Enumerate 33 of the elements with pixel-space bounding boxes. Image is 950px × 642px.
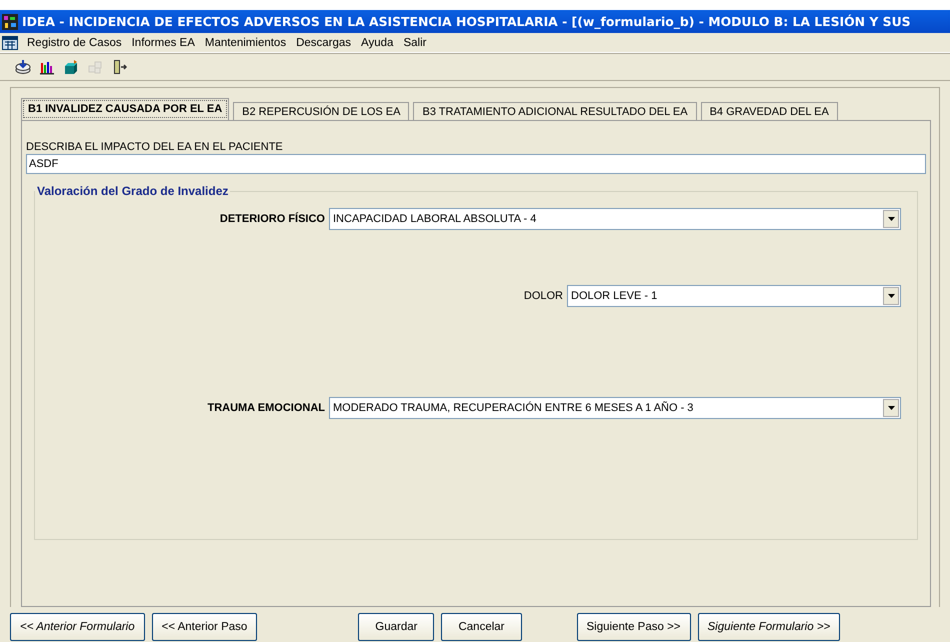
tab[interactable]: B2 REPERCUSIÓN DE LOS EA	[233, 102, 410, 120]
caret-icon	[888, 294, 894, 298]
menu-item[interactable]: Descargas	[295, 36, 352, 48]
box-icon[interactable]	[62, 58, 80, 76]
window-title: IDEA - INCIDENCIA DE EFECTOS ADVERSOS EN LA ASISTENCIA HOSPITALARIA - [(w_formulario_b) - MODULO B: LA LESIÓN Y SUS	[22, 14, 911, 29]
dropdown[interactable]: MODERADO TRAUMA, RECUPERACIÓN ENTRE 6 MESES A 1 AÑO - 3	[329, 397, 901, 419]
menu-item[interactable]: Informes EA	[130, 36, 196, 48]
field-label: DESCRIBA EL IMPACTO DEL EA EN EL PACIENTE	[26, 141, 284, 153]
menu-item[interactable]: Salir	[402, 36, 428, 48]
dropdown[interactable]: DOLOR LEVE - 1	[567, 285, 901, 307]
nav-button[interactable]: << Anterior Paso	[152, 613, 258, 641]
download-icon[interactable]	[14, 58, 32, 76]
field-label: TRAUMA EMOCIONAL	[206, 402, 325, 414]
dropdown[interactable]: INCAPACIDAD LABORAL ABSOLUTA - 4	[329, 208, 901, 230]
window-menu-icon[interactable]	[2, 36, 18, 50]
caret-icon	[888, 217, 894, 221]
tab[interactable]: B4 GRAVEDAD DEL EA	[700, 102, 838, 120]
nav-button[interactable]: Siguiente Paso >>	[576, 613, 691, 641]
nav-button[interactable]: Guardar	[358, 613, 434, 641]
field-label: DETERIORO FÍSICO	[218, 213, 325, 225]
tab[interactable]: B3 TRATAMIENTO ADICIONAL RESULTADO DEL EA	[413, 102, 697, 120]
menu-item[interactable]: Ayuda	[360, 36, 394, 48]
input-field[interactable]: ASDF	[26, 154, 926, 174]
nav-button[interactable]: << Anterior Formulario	[10, 613, 145, 641]
group-title: Valoración del Grado de Invalidez	[36, 184, 230, 198]
tab[interactable]: B1 INVALIDEZ CAUSADA POR EL EA	[21, 98, 230, 120]
caret-icon	[888, 406, 894, 410]
menu-item[interactable]: Mantenimientos	[204, 36, 288, 48]
menu-item[interactable]: Registro de Casos	[26, 36, 123, 48]
app-icon	[2, 14, 18, 30]
nav-button[interactable]: Siguiente Formulario >>	[698, 613, 840, 641]
field-label: DOLOR	[524, 290, 563, 302]
nav-button[interactable]: Cancelar	[441, 613, 522, 641]
